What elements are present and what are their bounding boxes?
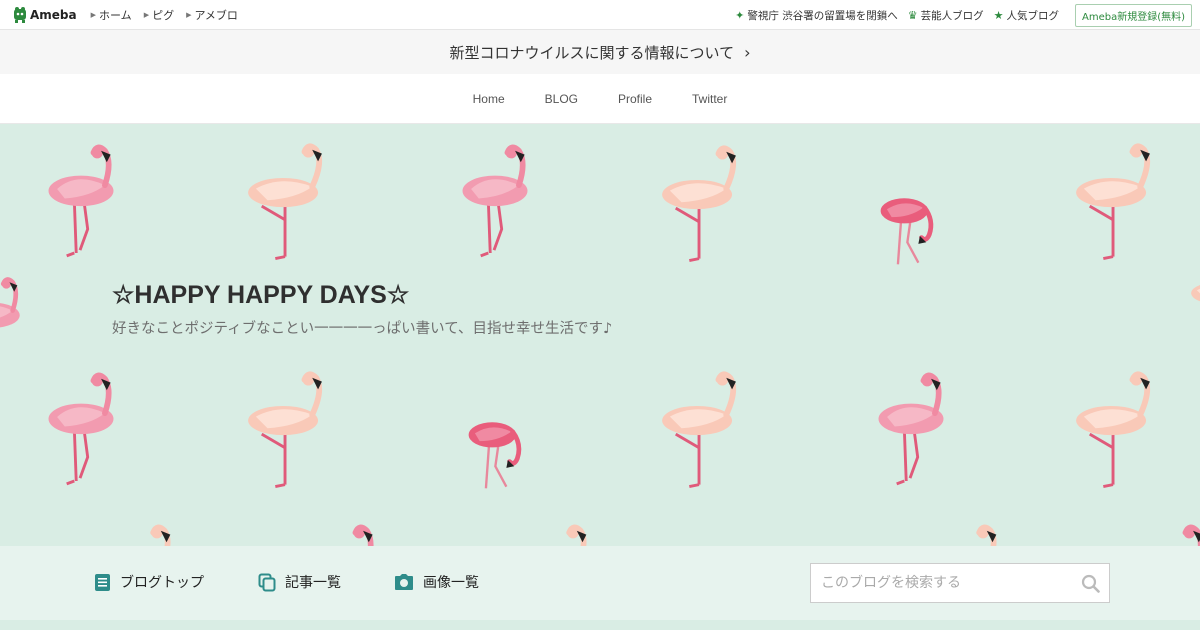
popular-blog-link[interactable]: ★ 人気ブログ xyxy=(994,8,1059,23)
blog-description: 好きなことポジティブなことい一一一一っぱい書いて、目指せ幸せ生活です♪ xyxy=(112,321,613,337)
global-header-right: ✦ 警視庁 渋谷署の留置場を閉鎖へ ♛ 芸能人ブログ ★ 人気ブログ Ameba新規登… xyxy=(725,0,1192,30)
global-nav-home[interactable]: ▶ ホーム xyxy=(91,7,132,23)
copy-icon xyxy=(258,573,276,591)
flamingo-image xyxy=(918,522,1004,546)
flamingo-image xyxy=(1068,142,1160,278)
flamingo-image xyxy=(240,370,332,506)
news-link-label: 警視庁 渋谷署の留置場を閉鎖へ xyxy=(747,9,898,22)
chevron-right-icon: › xyxy=(744,42,751,62)
camera-icon xyxy=(395,574,413,590)
flamingo-image xyxy=(862,170,948,280)
blog-title[interactable]: ☆HAPPY HAPPY DAYS☆ xyxy=(112,280,409,310)
popular-blog-label: 人気ブログ xyxy=(1006,9,1059,22)
flamingo-image xyxy=(92,522,178,546)
flamingo-image xyxy=(300,522,386,546)
covid-notice-link[interactable]: 新型コロナウイルスに関する情報について › xyxy=(0,30,1200,74)
menu-blog-top-label: ブログトップ xyxy=(120,575,204,591)
flamingo-image xyxy=(240,142,332,278)
triangle-right-icon: ▶ xyxy=(143,10,150,19)
menu-image-list-label: 画像一覧 xyxy=(423,575,479,591)
menu-article-list[interactable]: 記事一覧 xyxy=(258,572,341,592)
flamingo-image xyxy=(452,142,538,278)
menu-article-list-label: 記事一覧 xyxy=(285,575,341,591)
star-icon: ★ xyxy=(993,8,1004,22)
celebrity-blog-link[interactable]: ♛ 芸能人ブログ xyxy=(908,8,984,23)
triangle-right-icon: ▶ xyxy=(90,10,97,19)
flamingo-image xyxy=(38,142,124,278)
menu-image-list[interactable]: 画像一覧 xyxy=(394,572,479,592)
global-nav-pigg[interactable]: ▶ ピグ xyxy=(144,7,174,23)
flamingo-image xyxy=(1176,256,1200,356)
ameba-logo[interactable]: Ameba xyxy=(12,6,77,23)
global-nav: ▶ ホーム ▶ ピグ ▶ アメブロ xyxy=(91,7,250,23)
crown-icon: ♛ xyxy=(907,8,918,22)
global-nav-label: アメブロ xyxy=(194,8,238,22)
flamingo-image xyxy=(654,144,746,280)
flamingo-image xyxy=(1130,522,1200,546)
flamingo-image xyxy=(654,370,746,506)
sparkle-icon: ✦ xyxy=(735,8,745,22)
blog-search-box xyxy=(810,563,1110,603)
flamingo-image xyxy=(0,276,36,386)
news-link[interactable]: ✦ 警視庁 渋谷署の留置場を閉鎖へ xyxy=(735,8,898,23)
logo-text: Ameba xyxy=(30,7,77,22)
global-nav-ameblo[interactable]: ▶ アメブロ xyxy=(186,7,238,23)
blog-search-input[interactable] xyxy=(811,565,1071,601)
flamingo-image xyxy=(450,394,536,504)
flamingo-image xyxy=(38,370,124,506)
blog-nav-blog[interactable]: BLOG xyxy=(545,92,578,106)
blog-header-pattern-strip xyxy=(0,620,1200,630)
blog-nav-profile[interactable]: Profile xyxy=(618,92,652,106)
global-header: Ameba ▶ ホーム ▶ ピグ ▶ アメブロ ✦ 警視庁 渋谷署の留置場を閉鎖へ ♛ 芸… xyxy=(0,0,1200,30)
document-icon xyxy=(95,573,110,591)
blog-menu: ブログトップ 記事一覧 画像一覧 xyxy=(0,546,1200,620)
triangle-right-icon: ▶ xyxy=(186,10,192,19)
blog-nav: Home BLOG Profile Twitter xyxy=(0,74,1200,124)
ameba-logo-icon xyxy=(14,7,26,23)
blog-nav-twitter[interactable]: Twitter xyxy=(692,92,727,106)
global-nav-label: ホーム xyxy=(99,8,132,22)
flamingo-image xyxy=(868,370,954,506)
blog-nav-home[interactable]: Home xyxy=(473,92,505,106)
blog-header: ☆HAPPY HAPPY DAYS☆ 好きなことポジティブなことい一一一一っぱい… xyxy=(0,124,1200,546)
global-nav-label: ピグ xyxy=(152,8,175,22)
menu-blog-top[interactable]: ブログトップ xyxy=(94,572,204,592)
notice-text: 新型コロナウイルスに関する情報について xyxy=(449,43,735,62)
register-button[interactable]: Ameba新規登録(無料) xyxy=(1074,3,1192,27)
flamingo-image xyxy=(508,522,594,546)
search-icon[interactable] xyxy=(1081,574,1100,593)
flamingo-image xyxy=(1068,370,1160,506)
celebrity-blog-label: 芸能人ブログ xyxy=(920,9,984,22)
